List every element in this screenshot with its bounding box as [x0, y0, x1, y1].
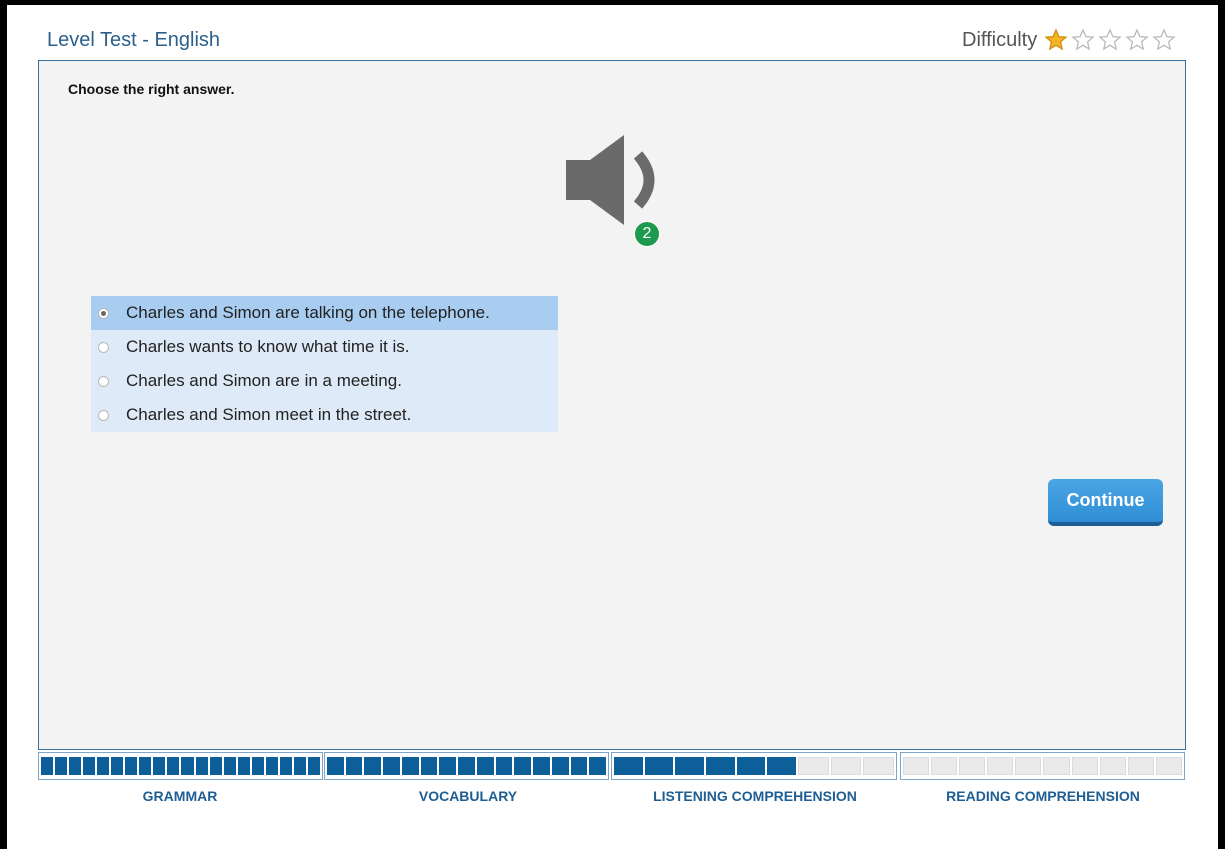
- difficulty-stars: [1044, 28, 1176, 52]
- progress-bar-listening-comprehension: [611, 752, 897, 780]
- progress-segment: [570, 757, 588, 775]
- plays-remaining-badge: 2: [634, 221, 660, 247]
- progress-segment: [69, 757, 82, 775]
- question-instruction: Choose the right answer.: [68, 81, 235, 97]
- progress-segment: [533, 757, 550, 775]
- section-label: VOCABULARY: [418, 788, 518, 804]
- progress-segment: [139, 757, 152, 775]
- progress-segment: [265, 757, 278, 775]
- progress-segment: [153, 757, 166, 775]
- star-empty-icon: [1125, 28, 1149, 51]
- continue-button[interactable]: Continue: [1048, 479, 1163, 526]
- progress-segment: [830, 757, 862, 775]
- progress-segment: [223, 757, 236, 775]
- progress-segment: [798, 757, 829, 775]
- progress-segment: [251, 757, 264, 775]
- progress-segment: [111, 757, 124, 775]
- difficulty-label: Difficulty: [962, 28, 1038, 51]
- star-empty-icon: [1152, 28, 1176, 51]
- progress-segment: [476, 757, 494, 775]
- radio-button[interactable]: [98, 341, 109, 353]
- star-filled-icon: [1044, 28, 1068, 51]
- progress-segment: [237, 757, 250, 775]
- answer-option[interactable]: Charles wants to know what time it is.: [91, 330, 558, 364]
- answer-option-label: Charles and Simon meet in the street.: [126, 405, 412, 424]
- answer-option[interactable]: Charles and Simon meet in the street.: [91, 398, 558, 432]
- progress-segment: [167, 757, 180, 775]
- progress-segment: [589, 757, 607, 775]
- progress-segment: [364, 757, 382, 775]
- test-window: Level Test - English Difficulty Choose t…: [7, 5, 1218, 849]
- radio-button[interactable]: [98, 409, 109, 421]
- progress-segment: [551, 757, 569, 775]
- answer-option[interactable]: Charles and Simon are in a meeting.: [91, 364, 558, 398]
- progress-segment: [514, 757, 532, 775]
- section-label: LISTENING COMPREHENSION: [653, 788, 857, 804]
- answer-option-label: Charles wants to know what time it is.: [126, 337, 410, 356]
- progress-segment: [401, 757, 419, 775]
- progress-segment: [125, 757, 138, 775]
- question-panel: Choose the right answer. 2 Charles and S…: [38, 60, 1186, 750]
- progress-segment: [1099, 757, 1126, 775]
- progress-segment: [1043, 757, 1070, 775]
- progress-segment: [181, 757, 194, 775]
- section-label: READING COMPREHENSION: [946, 788, 1140, 804]
- progress-bar-vocabulary: [324, 752, 609, 780]
- progress-segment: [675, 757, 705, 775]
- progress-segment: [767, 757, 797, 775]
- progress-segment: [420, 757, 438, 775]
- progress-segment: [439, 757, 457, 775]
- progress-segment: [55, 757, 68, 775]
- star-empty-icon: [1098, 28, 1122, 51]
- progress-segment: [614, 757, 643, 775]
- progress-segment: [959, 757, 986, 775]
- progress-segment: [1155, 757, 1182, 775]
- progress-segment: [97, 757, 110, 775]
- progress-segment: [307, 757, 320, 775]
- answer-option-label: Charles and Simon are talking on the tel…: [126, 303, 490, 322]
- progress-segment: [1015, 757, 1042, 775]
- page-title: Level Test - English: [47, 29, 221, 51]
- progress-segment: [279, 757, 292, 775]
- answer-option[interactable]: Charles and Simon are talking on the tel…: [91, 296, 558, 330]
- radio-button[interactable]: [98, 307, 109, 319]
- progress-segment: [931, 757, 958, 775]
- speaker-icon[interactable]: [560, 131, 670, 231]
- progress-segment: [863, 757, 895, 775]
- answer-option-label: Charles and Simon are in a meeting.: [126, 371, 402, 390]
- progress-segment: [706, 757, 735, 775]
- star-empty-icon: [1071, 28, 1095, 51]
- progress-segment: [195, 757, 208, 775]
- section-label: GRAMMAR: [142, 788, 218, 804]
- progress-segment: [644, 757, 674, 775]
- progress-bar-reading-comprehension: [900, 752, 1185, 780]
- progress-segment: [41, 757, 54, 775]
- progress-segment: [987, 757, 1014, 775]
- progress-segment: [383, 757, 400, 775]
- progress-bar-grammar: [38, 752, 323, 780]
- radio-button[interactable]: [98, 375, 109, 387]
- progress-segment: [1071, 757, 1098, 775]
- answer-options: Charles and Simon are talking on the tel…: [91, 296, 558, 432]
- progress-segment: [345, 757, 363, 775]
- progress-segment: [327, 757, 344, 775]
- difficulty-rating: Difficulty: [962, 28, 1176, 52]
- progress-segment: [495, 757, 513, 775]
- progress-segment: [1127, 757, 1154, 775]
- progress-segment: [903, 757, 930, 775]
- progress-segment: [458, 757, 475, 775]
- progress-segment: [209, 757, 222, 775]
- progress-segment: [293, 757, 306, 775]
- progress-segment: [83, 757, 96, 775]
- progress-segment: [736, 757, 766, 775]
